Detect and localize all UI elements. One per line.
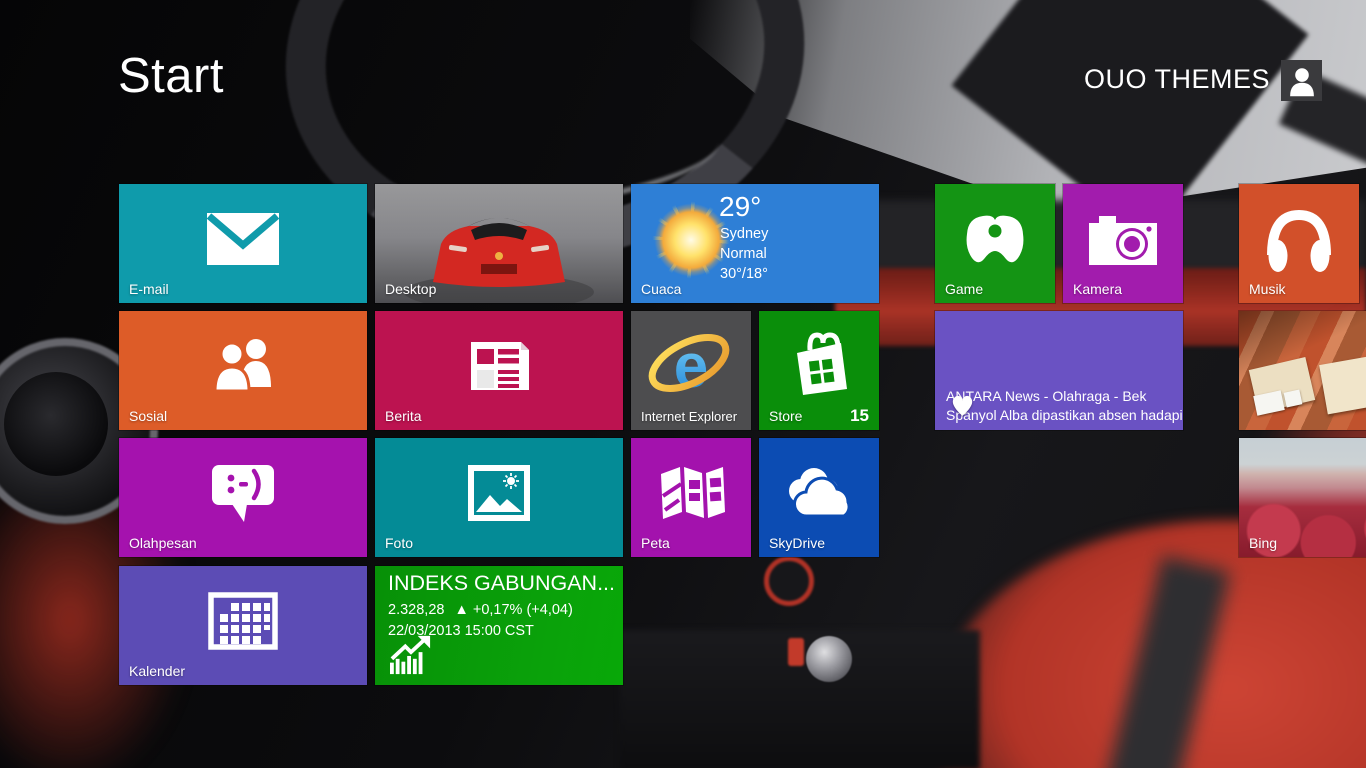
- gear-knob: [806, 636, 852, 682]
- user-name[interactable]: OUO THEMES: [1084, 64, 1270, 95]
- tile-label: Musik: [1249, 281, 1286, 297]
- start-screen: Start OUO THEMES E-mail Desktop 29° Sydn…: [0, 0, 1366, 768]
- game-controller-icon: [966, 215, 1024, 263]
- tile-label: Bing: [1249, 535, 1278, 551]
- tile-label: Game: [945, 281, 984, 297]
- windshield-light: [690, 0, 1366, 215]
- tile-messaging[interactable]: Olahpesan: [119, 438, 367, 557]
- tile-skydrive[interactable]: SkyDrive: [759, 438, 879, 557]
- heart-icon: [952, 395, 973, 416]
- store-bag-icon: [797, 332, 847, 395]
- finance-index-title: INDEKS GABUNGAN...: [388, 571, 615, 595]
- tile-news[interactable]: Berita: [375, 311, 623, 430]
- tile-photo-town[interactable]: [1239, 311, 1366, 430]
- chat-smiley-icon: [212, 464, 274, 522]
- sun-icon: [647, 196, 735, 284]
- news-headline-line1: ANTARA News - Olahraga - Bek: [946, 388, 1147, 404]
- tile-camera[interactable]: Kamera: [1063, 184, 1183, 303]
- tile-label: Peta: [641, 535, 670, 551]
- tile-weather[interactable]: 29° Sydney Normal 30°/18° Cuaca: [631, 184, 879, 303]
- tile-label: Kalender: [129, 663, 186, 679]
- people-icon: [213, 338, 271, 393]
- tile-label: Olahpesan: [129, 535, 197, 551]
- tile-photos[interactable]: Foto: [375, 438, 623, 557]
- tile-label: Sosial: [129, 408, 168, 424]
- folded-map-icon: [661, 466, 725, 519]
- finance-quote: 2.328,28 ▲ +0,17% (+4,04): [388, 602, 573, 618]
- stock-chart-icon: [390, 635, 431, 675]
- center-console: [620, 630, 980, 768]
- tile-email[interactable]: E-mail: [119, 184, 367, 303]
- car-seat: [940, 520, 1366, 768]
- tile-internet-explorer[interactable]: e Internet Explorer: [631, 311, 751, 430]
- tile-label: SkyDrive: [769, 535, 826, 551]
- picture-icon: [468, 464, 530, 521]
- weather-condition: Normal: [720, 246, 767, 262]
- tile-antara-news[interactable]: ANTARA News - Olahraga - Bek Spanyol Alb…: [935, 311, 1183, 430]
- clouds-icon: [789, 467, 851, 518]
- finance-change: ▲ +0,17% (+4,04): [454, 602, 573, 618]
- tile-calendar[interactable]: Kalender: [119, 566, 367, 685]
- news-headline-line2: Spanyol Alba dipastikan absen hadapi: [946, 407, 1183, 423]
- newspaper-icon: [471, 341, 529, 390]
- page-title: Start: [118, 49, 224, 103]
- headphones-icon: [1267, 209, 1331, 272]
- tile-label: Berita: [385, 408, 422, 424]
- auto-dial: [764, 556, 814, 606]
- weather-city: Sydney: [720, 226, 769, 242]
- weather-temp: 29°: [719, 191, 762, 222]
- finance-value: 2.328,28: [388, 602, 445, 618]
- seat-shadow: [1099, 555, 1231, 768]
- tile-maps[interactable]: Peta: [631, 438, 751, 557]
- tile-finance[interactable]: INDEKS GABUNGAN... 2.328,28 ▲ +0,17% (+4…: [375, 566, 623, 685]
- tile-bing[interactable]: Bing: [1239, 438, 1366, 557]
- air-vent-inner: [4, 372, 108, 476]
- tile-store[interactable]: Store 15: [759, 311, 879, 430]
- user-avatar[interactable]: [1281, 60, 1322, 101]
- white-building: [1283, 389, 1303, 408]
- tile-music[interactable]: Musik: [1239, 184, 1359, 303]
- person-icon: [1289, 68, 1314, 97]
- store-update-badge: 15: [850, 406, 869, 425]
- white-building: [1253, 390, 1285, 416]
- tile-game[interactable]: Game: [935, 184, 1055, 303]
- calendar-icon: [208, 591, 278, 650]
- tile-label: Internet Explorer: [641, 409, 738, 424]
- tile-label: Store: [769, 408, 803, 424]
- tile-label: Cuaca: [641, 281, 682, 297]
- building: [1319, 353, 1366, 415]
- envelope-icon: [206, 212, 280, 265]
- tile-label: Foto: [385, 535, 414, 551]
- tile-label: Kamera: [1073, 281, 1123, 297]
- ie-logo-icon: e: [648, 332, 730, 401]
- tile-label: E-mail: [129, 281, 169, 297]
- weather-range: 30°/18°: [720, 266, 768, 282]
- tile-social[interactable]: Sosial: [119, 311, 367, 430]
- ignition-button: [788, 638, 804, 666]
- tile-label: Desktop: [385, 281, 437, 297]
- camera-icon: [1089, 215, 1157, 265]
- tile-desktop[interactable]: Desktop: [375, 184, 623, 303]
